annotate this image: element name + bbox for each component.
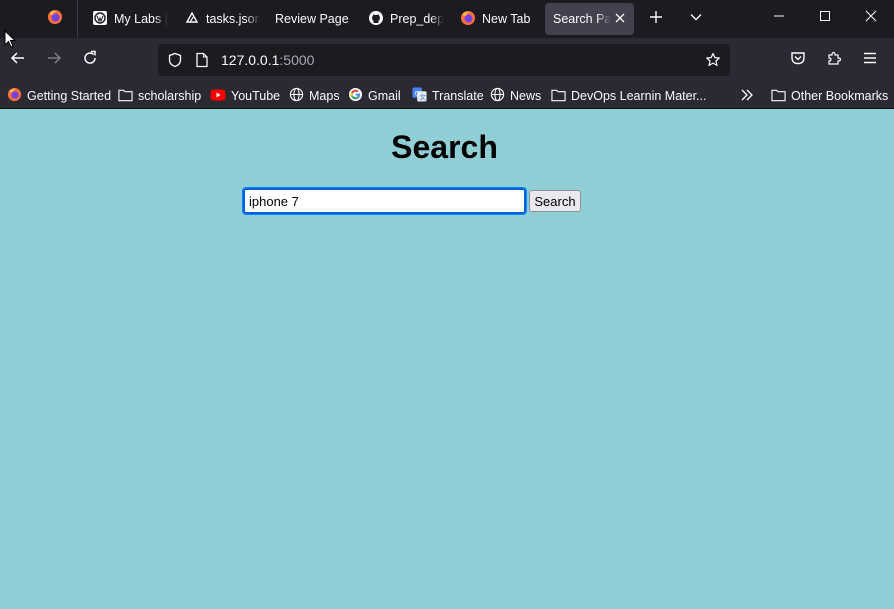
tab-my-labs[interactable]: My Labs |	[84, 3, 170, 35]
mouse-cursor-icon	[4, 29, 17, 53]
firefox-icon	[7, 87, 22, 105]
close-icon	[865, 9, 877, 27]
forward-button[interactable]	[38, 44, 70, 76]
tab-label: Review Page	[275, 12, 349, 26]
close-tab-icon[interactable]	[612, 10, 628, 26]
tab-separator	[77, 0, 78, 38]
reload-button[interactable]	[74, 44, 106, 76]
pocket-icon	[790, 50, 806, 71]
tab-review-page[interactable]: Review Page	[267, 3, 357, 35]
star-icon[interactable]	[704, 51, 722, 69]
bookmark-news[interactable]: News	[490, 86, 541, 106]
maximize-icon	[819, 9, 831, 27]
wordpress-icon	[92, 10, 108, 29]
bookmark-label: News	[510, 89, 542, 103]
maximize-button[interactable]	[802, 0, 848, 36]
minimize-icon	[773, 9, 785, 27]
bookmark-label: scholarship	[138, 89, 202, 103]
shield-icon[interactable]	[166, 51, 184, 69]
folder-icon	[551, 88, 566, 105]
google-icon	[348, 87, 363, 105]
bookmark-devops[interactable]: DevOps Learnin Mater...	[551, 86, 706, 106]
bookmark-label: Getting Started	[27, 89, 112, 103]
tab-label: New Tab	[482, 12, 531, 26]
pocket-button[interactable]	[782, 44, 814, 76]
list-all-tabs-button[interactable]	[680, 3, 712, 35]
url-text[interactable]: 127.0.0.1:5000	[221, 52, 314, 68]
double-chevron-right-icon	[740, 89, 754, 104]
tab-search-page[interactable]: Search Pag	[545, 3, 634, 35]
bookmark-label: Maps	[309, 89, 340, 103]
bookmark-gmail[interactable]: Gmail	[348, 86, 401, 106]
new-tab-button[interactable]	[640, 3, 672, 35]
arrow-right-icon	[46, 50, 62, 71]
translate-icon: G文	[412, 87, 427, 105]
app-menu-button[interactable]	[854, 44, 886, 76]
firefox-view-button[interactable]	[36, 3, 74, 35]
search-input[interactable]	[242, 187, 527, 215]
navigation-toolbar: 127.0.0.1:5000	[0, 38, 894, 82]
tab-label: Prep_dep	[390, 12, 444, 26]
bookmark-label: YouTube	[231, 89, 281, 103]
chevron-down-icon	[689, 10, 703, 29]
page-icon[interactable]	[193, 51, 211, 69]
search-button[interactable]: Search	[529, 190, 581, 212]
url-port: :5000	[279, 52, 315, 68]
bookmarks-overflow-button[interactable]	[740, 86, 754, 106]
svg-text:文: 文	[420, 93, 427, 102]
tab-prep-dep[interactable]: Prep_dep	[360, 3, 444, 35]
folder-icon	[118, 88, 133, 105]
address-bar[interactable]: 127.0.0.1:5000	[158, 44, 730, 76]
globe-icon	[490, 87, 505, 105]
bookmark-label: Translate	[432, 89, 484, 103]
hamburger-menu-icon	[862, 50, 878, 71]
page-title: Search	[391, 129, 498, 165]
youtube-icon	[210, 89, 226, 104]
bookmark-translate[interactable]: G文 Translate	[412, 86, 484, 106]
other-bookmarks[interactable]: Other Bookmarks	[771, 86, 888, 106]
tab-new-tab[interactable]: New Tab	[452, 3, 538, 35]
minimize-button[interactable]	[756, 0, 802, 36]
bookmark-label: Other Bookmarks	[791, 89, 889, 103]
firefox-icon	[460, 10, 476, 29]
reload-icon	[82, 50, 98, 71]
extensions-button[interactable]	[818, 44, 850, 76]
tab-label: Search Pag	[553, 12, 611, 26]
tab-tasks-json[interactable]: tasks.json	[176, 3, 260, 35]
plus-icon	[649, 10, 663, 29]
page-content: Search Search	[0, 109, 894, 609]
puzzle-icon	[826, 50, 842, 71]
tab-strip: My Labs | tasks.json Review Page Prep_de…	[0, 0, 894, 38]
tab-label: tasks.json	[206, 12, 260, 26]
folder-icon	[771, 88, 786, 105]
bookmarks-toolbar: Getting Started scholarship YouTube Maps…	[0, 82, 894, 109]
bookmark-scholarship[interactable]: scholarship	[118, 86, 201, 106]
bookmark-label: Gmail	[368, 89, 401, 103]
bookmark-maps[interactable]: Maps	[289, 86, 340, 106]
close-window-button[interactable]	[848, 0, 894, 36]
bookmark-getting-started[interactable]: Getting Started	[7, 86, 111, 106]
url-host: 127.0.0.1	[221, 52, 280, 68]
firefox-icon	[47, 9, 63, 30]
tasks-icon	[184, 10, 200, 29]
globe-icon	[289, 87, 304, 105]
tab-label: My Labs |	[114, 12, 168, 26]
github-icon	[368, 10, 384, 29]
bookmark-youtube[interactable]: YouTube	[210, 86, 280, 106]
bookmark-label: DevOps Learnin Mater...	[571, 89, 707, 103]
